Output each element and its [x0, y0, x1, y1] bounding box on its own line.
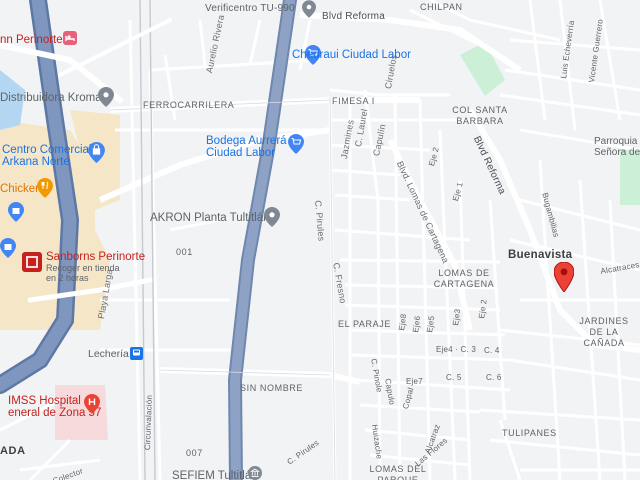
- jardines-label: JARDINES DE LA CAÑADA: [579, 316, 629, 348]
- lomas-de-cartagena-label: LOMAS DE CARTAGENA: [433, 268, 495, 289]
- area-001-label: 001: [176, 247, 193, 257]
- sanborns-logo-icon[interactable]: [22, 252, 42, 272]
- map-view[interactable]: Verificentro TU-990 Blvd Reforma CHILPAN…: [0, 0, 640, 480]
- ada-label: ADA: [0, 445, 26, 457]
- lecheria-label[interactable]: Lechería: [88, 348, 129, 360]
- centro-comercial-label[interactable]: Centro Comercial Arkana Norte: [2, 144, 91, 168]
- shopping-bag-icon[interactable]: [88, 142, 105, 163]
- chedraui-label[interactable]: Chedraui Ciudad Labor: [292, 49, 411, 61]
- col-santa-barbara-label: COL SANTA BARBARA: [452, 105, 508, 126]
- parroquia-label[interactable]: Parroquia de N Señora de Gua: [594, 136, 640, 158]
- fimesa-label: FIMESA I: [332, 96, 375, 106]
- shopping-cart-icon[interactable]: [288, 134, 304, 154]
- chicken-label[interactable]: Chicken: [0, 183, 42, 195]
- hospital-icon[interactable]: [84, 394, 100, 414]
- area-007-label: 007: [186, 448, 203, 458]
- sanborns-label[interactable]: Sanborns Perinorte: [46, 251, 145, 263]
- restaurant-icon[interactable]: [37, 178, 53, 198]
- place-marker-icon[interactable]: [302, 0, 316, 18]
- place-marker-icon[interactable]: [98, 87, 114, 107]
- place-marker-icon[interactable]: [264, 207, 280, 227]
- akron-label[interactable]: AKRON Planta Tultitlán: [150, 212, 270, 224]
- sefiem-label[interactable]: SEFIEM Tultitlán: [172, 470, 258, 480]
- train-station-icon[interactable]: [130, 347, 143, 360]
- chilpan-label: CHILPAN: [420, 2, 463, 12]
- government-building-icon[interactable]: [248, 466, 262, 480]
- c5-label: C. 5: [446, 373, 462, 382]
- blvd-reforma-top-label: Blvd Reforma: [322, 11, 385, 22]
- buenavista-label[interactable]: Buenavista: [508, 249, 572, 262]
- bodega-label[interactable]: Bodega Aurrerá Ciudad Labor: [206, 135, 287, 159]
- sanborns-pickup-note: Recoger en tienda en 2 horas: [46, 263, 120, 283]
- el-paraje-label: EL PARAJE: [338, 319, 391, 329]
- distribuidora-label[interactable]: Distribuidora Kroma: [0, 92, 102, 104]
- location-pin-icon[interactable]: [554, 262, 574, 292]
- sin-nombre-label: SIN NOMBRE: [240, 383, 304, 393]
- c4-label: C. 4: [484, 346, 500, 355]
- c6-label: C. 6: [486, 373, 502, 382]
- shopping-bag-icon[interactable]: [0, 238, 16, 258]
- eje7-label: Eje7: [406, 377, 423, 386]
- shopping-bag-icon[interactable]: [8, 202, 24, 222]
- eje4-c3-label: Eje4 · C. 3: [436, 345, 476, 354]
- inn-perinorte-label[interactable]: nn Perinorte: [0, 34, 63, 46]
- tulipanes-label: TULIPANES: [502, 428, 557, 438]
- verificentro-label: Verificentro TU-990: [205, 3, 295, 14]
- ferrocarrilera-label: FERROCARRILERA: [143, 100, 235, 110]
- hotel-icon[interactable]: [62, 30, 78, 46]
